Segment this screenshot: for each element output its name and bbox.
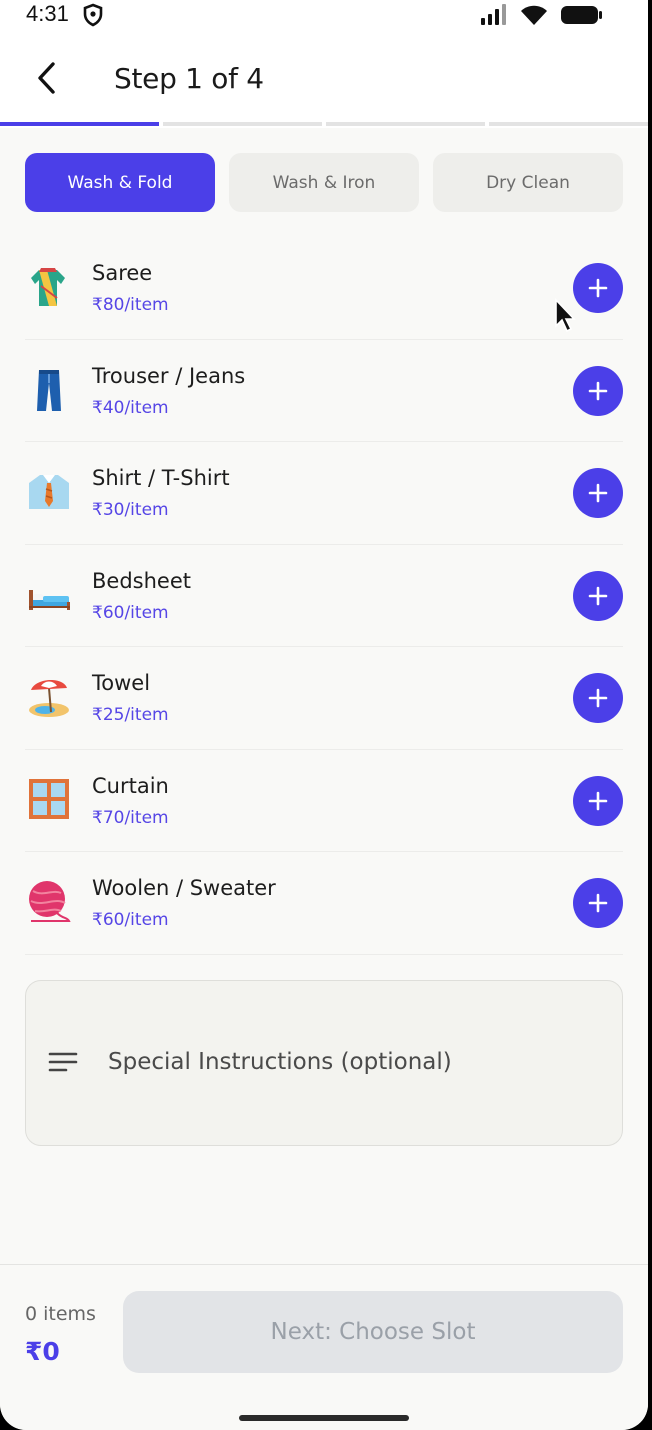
back-button[interactable]: [28, 60, 64, 96]
jeans-icon: [27, 367, 71, 411]
progress-step-3: [326, 122, 485, 126]
item-name: Towel: [92, 671, 151, 695]
progress-step-1: [0, 122, 159, 126]
list-item: Shirt / T-Shirt ₹30/item: [25, 442, 623, 545]
progress-step-4: [489, 122, 648, 126]
plus-icon: [588, 688, 608, 708]
step-progress: [0, 122, 648, 128]
notes-icon: [48, 1051, 78, 1077]
item-price: ₹60/item: [92, 910, 169, 930]
next-choose-slot-button[interactable]: Next: Choose Slot: [123, 1291, 623, 1373]
home-indicator[interactable]: [239, 1415, 409, 1421]
item-name: Curtain: [92, 773, 169, 798]
item-name: Saree: [92, 261, 153, 285]
list-item: Saree ₹80/item: [25, 237, 623, 340]
add-woolen-button[interactable]: [573, 878, 623, 928]
list-item: Bedsheet ₹60/item: [25, 545, 623, 647]
status-icons: [480, 4, 604, 30]
add-bedsheet-button[interactable]: [573, 570, 623, 621]
progress-step-2: [163, 122, 322, 126]
app-header: Step 1 of 4: [0, 32, 648, 122]
yarn-icon: [27, 879, 71, 923]
list-item: Curtain ₹70/item: [25, 750, 623, 852]
add-shirt-button[interactable]: [573, 468, 623, 518]
item-price: ₹25/item: [92, 705, 169, 725]
item-price: ₹60/item: [92, 602, 169, 623]
phone-screen: 4:31 Step 1 of 4 Wash & Fold Wash & Iron…: [0, 0, 648, 1430]
item-count: 0 items: [25, 1303, 96, 1325]
item-list: Saree ₹80/item Trouser / Jeans ₹40/item: [25, 237, 623, 955]
special-instructions-field[interactable]: Special Instructions (optional): [25, 980, 623, 1146]
back-arrow-icon: [38, 62, 55, 94]
saree-icon: [27, 264, 71, 308]
plus-icon: [588, 791, 608, 810]
item-name: Trouser / Jeans: [92, 363, 246, 388]
item-name: Bedsheet: [92, 568, 191, 593]
item-price: ₹80/item: [92, 295, 169, 315]
special-instructions-placeholder: Special Instructions (optional): [108, 1049, 452, 1075]
item-price: ₹40/item: [92, 397, 169, 418]
add-saree-button[interactable]: [573, 263, 623, 313]
battery-icon: [560, 4, 604, 30]
list-item: Trouser / Jeans ₹40/item: [25, 340, 623, 442]
shield-icon: [82, 3, 104, 31]
tab-wash-fold[interactable]: Wash & Fold: [25, 153, 215, 212]
status-bar: 4:31: [0, 0, 648, 32]
item-name: Woolen / Sweater: [92, 876, 276, 900]
add-curtain-button[interactable]: [573, 775, 623, 826]
bed-icon: [27, 572, 71, 616]
bottom-bar: 0 items ₹0 Next: Choose Slot: [0, 1264, 648, 1430]
plus-icon: [588, 586, 608, 605]
service-tabs: Wash & Fold Wash & Iron Dry Clean: [25, 153, 623, 212]
wifi-icon: [520, 4, 548, 30]
tab-dry-clean[interactable]: Dry Clean: [433, 153, 623, 212]
item-price: ₹70/item: [92, 807, 169, 828]
list-item: Woolen / Sweater ₹60/item: [25, 852, 623, 955]
beach-umbrella-icon: [27, 674, 71, 718]
status-time: 4:31: [26, 1, 69, 26]
order-total: ₹0: [25, 1337, 60, 1366]
item-price: ₹30/item: [92, 500, 169, 520]
plus-icon: [588, 278, 608, 298]
plus-icon: [588, 483, 608, 503]
add-trouser-button[interactable]: [573, 365, 623, 416]
window-icon: [27, 777, 71, 821]
page-title: Step 1 of 4: [114, 62, 264, 95]
signal-icon: [480, 4, 508, 30]
item-name: Shirt / T-Shirt: [92, 466, 230, 490]
plus-icon: [588, 381, 608, 400]
mouse-cursor-icon: [554, 297, 578, 338]
list-item: Towel ₹25/item: [25, 647, 623, 750]
add-towel-button[interactable]: [573, 673, 623, 723]
plus-icon: [588, 893, 608, 913]
tab-wash-iron[interactable]: Wash & Iron: [229, 153, 419, 212]
shirt-icon: [27, 469, 71, 513]
